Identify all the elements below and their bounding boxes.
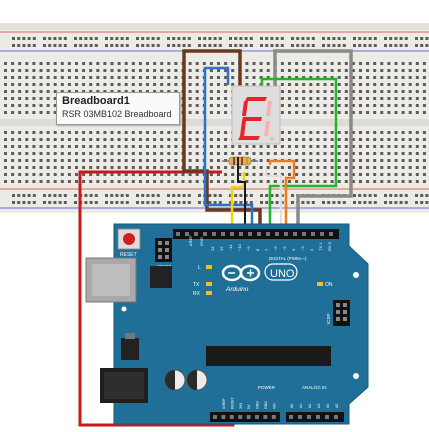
power-pin-label: 3V3 <box>239 403 243 409</box>
l-label: L <box>198 265 201 271</box>
analog-pin-label: A5 <box>335 404 339 408</box>
power-label: POWER <box>258 385 276 390</box>
on-led <box>317 282 323 286</box>
on-label: ON <box>325 282 333 288</box>
tooltip-subtitle: RSR 03MB102 Breadboard <box>62 109 172 119</box>
brand-label: Arduino <box>225 286 249 293</box>
digital-pin-label: TX 1 <box>318 242 323 251</box>
analog-pin-label: A1 <box>299 404 303 408</box>
digital-pin-label: ~3 <box>300 246 305 251</box>
power-pin-label: GND <box>256 401 260 409</box>
tx-led <box>206 282 212 286</box>
l-led <box>206 265 212 269</box>
digital-pin-label: 13 <box>210 246 215 251</box>
segment-g <box>242 117 262 121</box>
digital-pin-label: ~10 <box>237 243 242 251</box>
analog-pin-label: A4 <box>326 404 330 408</box>
digital-pin-label: ~6 <box>273 246 278 251</box>
analog-pin-label: A2 <box>308 404 312 408</box>
segment-dp <box>270 137 274 141</box>
seven-segment-display[interactable] <box>231 85 281 145</box>
uno-label: UNO <box>270 268 295 280</box>
digital-pin-label: RX 0 <box>327 241 332 251</box>
power-pin-label: VIN <box>272 403 276 409</box>
voltage-regulator <box>121 338 139 360</box>
rx-led <box>206 291 212 295</box>
digital-label: DIGITAL (PWM=~) <box>269 256 307 261</box>
atmega-chip <box>206 346 331 366</box>
analog-pin-label: A0 <box>290 404 294 408</box>
power-header <box>210 412 280 422</box>
digital-pin-label: 12 <box>219 246 224 251</box>
icsp2-header <box>155 238 172 262</box>
analog-pin-label: A3 <box>317 404 321 408</box>
gnd-label: GND <box>199 237 204 246</box>
rx-label: RX <box>193 291 201 297</box>
icsp-label: ICSP <box>326 313 331 324</box>
segment-a <box>245 97 267 101</box>
aref-label: AREF <box>188 235 193 246</box>
tx-label: TX <box>193 282 200 288</box>
digital-header <box>173 229 339 239</box>
arduino-uno-board[interactable]: RESET ICSP2 AREF GND 1312~11~10~987~6~54… <box>85 223 369 425</box>
tooltip-title: Breadboard1 <box>62 95 130 107</box>
power-pin-label: 5V <box>247 404 251 409</box>
power-pin-label: IOREF <box>222 398 226 409</box>
digital-pin-label: ~9 <box>246 246 251 251</box>
analog-header <box>286 412 344 422</box>
segment-d <box>238 136 260 140</box>
icsp-header <box>333 300 350 326</box>
breadboard-tooltip: Breadboard1 RSR 03MB102 Breadboard <box>56 92 180 125</box>
digital-pin-label: ~5 <box>282 246 287 251</box>
digital-pin-label: ~11 <box>228 244 233 251</box>
analog-label: ANALOG IN <box>302 385 327 390</box>
usb-chip <box>150 266 172 288</box>
power-pin-label: GND <box>264 401 268 409</box>
canvas: RESET ICSP2 AREF GND 1312~11~10~987~6~54… <box>0 23 429 427</box>
reset-label: RESET <box>120 252 137 258</box>
power-pin-label: RESET <box>230 396 234 409</box>
